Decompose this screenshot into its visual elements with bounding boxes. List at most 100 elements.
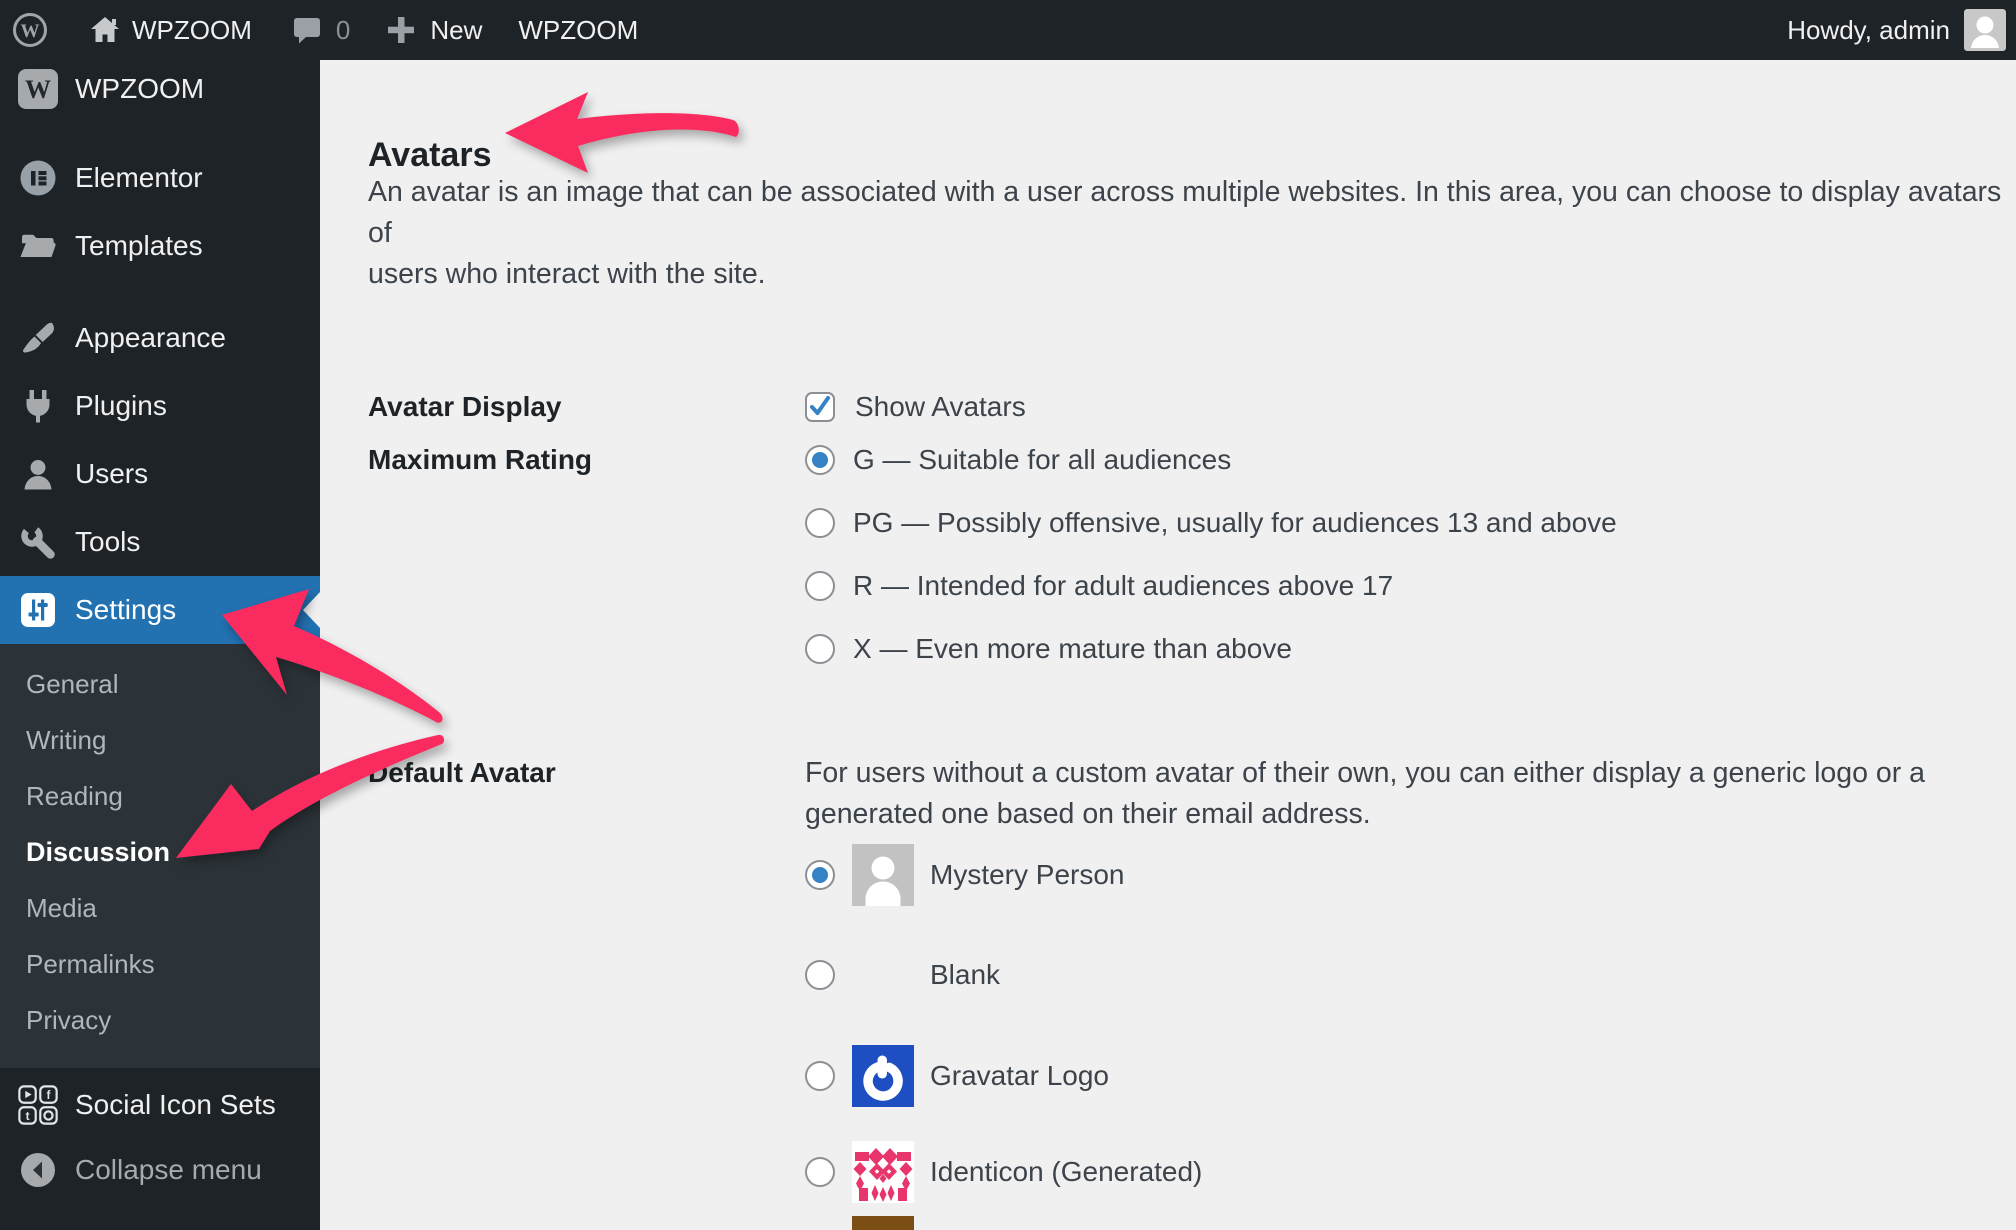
sidebar-item-label: Collapse menu [75,1154,262,1185]
sidebar-item-label: Elementor [75,162,203,193]
sidebar-item-tools[interactable]: Tools [0,508,320,576]
rating-x-radio[interactable] [805,634,835,664]
sidebar-item-label: Tools [75,526,141,557]
svg-text:W: W [21,21,40,42]
avatar-display-label: Avatar Display [368,391,562,422]
sidebar-item-general[interactable]: General [0,656,320,712]
wordpress-logo-menu[interactable]: W [12,0,48,60]
avatars-intro-text: An avatar is an image that can be associ… [368,176,2002,290]
rating-r-label[interactable]: R — Intended for adult audiences above 1… [853,570,1393,602]
sidebar-item-plugins[interactable]: Plugins [0,372,320,440]
paintbrush-icon [18,318,58,358]
sidebar-item-templates[interactable]: Templates [0,212,320,280]
sidebar-item-permalinks[interactable]: Permalinks [0,936,320,992]
new-label: New [430,14,483,45]
maximum-rating-label: Maximum Rating [368,444,593,475]
mystery-person-label[interactable]: Mystery Person [930,859,1125,891]
default-avatar-description: For users without a custom avatar of the… [805,757,1925,830]
site-home-label: WPZOOM [132,14,252,45]
admin-bar: W WPZOOM 0 New WPZOOM Howdy, admin [0,0,2016,60]
current-menu-notch [303,592,320,628]
sidebar-item-wpzoom-brand[interactable]: W WPZOOM [0,60,320,118]
wordpress-admin-screen: W WPZOOM 0 New WPZOOM Howdy, admin W WPZ… [0,0,2016,1230]
sidebar-item-elementor[interactable]: Elementor [0,144,320,212]
comments-menu[interactable]: 0 [292,0,350,60]
mystery-person-avatar-image [852,844,914,906]
avatar-option-mystery-person: Mystery Person [805,844,1125,906]
sidebar-item-media[interactable]: Media [0,880,320,936]
avatar-option-gravatar-logo: Gravatar Logo [805,1045,1109,1107]
sidebar-item-label: Users [75,458,149,489]
gravatar-logo-radio[interactable] [805,1061,835,1091]
svg-text:t: t [26,1109,30,1123]
gravatar-logo-image [852,1045,914,1107]
rating-g-label[interactable]: G — Suitable for all audiences [853,444,1231,476]
user-avatar [1964,9,2006,51]
rating-x-label[interactable]: X — Even more mature than above [853,633,1292,665]
identicon-label[interactable]: Identicon (Generated) [930,1156,1202,1188]
view-site-link[interactable]: WPZOOM [518,0,638,60]
svg-text:W: W [25,75,51,104]
checkmark-icon [810,396,830,415]
sidebar-item-label: Appearance [75,322,227,353]
elementor-icon [18,158,58,198]
sidebar-item-privacy[interactable]: Privacy [0,992,320,1048]
show-avatars-option: Show Avatars [805,391,1026,423]
admin-sidebar: W WPZOOM Elementor Templates Appearance … [0,60,320,1230]
wpzoom-brand-icon: W [18,69,58,109]
plus-icon [388,17,415,43]
rating-option-x: X — Even more mature than above [805,633,1292,665]
discussion-settings-content: Avatars An avatar is an image that can b… [320,60,2016,1230]
identicon-image [852,1141,914,1203]
avatar-option-identicon: Identicon (Generated) [805,1141,1202,1203]
show-avatars-checkbox[interactable] [805,392,835,422]
next-avatar-partial-image [852,1216,914,1230]
avatar-option-blank: Blank [805,944,1000,1006]
sidebar-item-label: Templates [75,230,203,261]
sidebar-item-social-icon-sets[interactable]: f t Social Icon Sets [0,1071,320,1139]
gravatar-logo-label[interactable]: Gravatar Logo [930,1060,1109,1092]
comment-bubble-icon [293,18,320,44]
sidebar-item-label: Settings [75,594,177,625]
sidebar-item-appearance[interactable]: Appearance [0,304,320,372]
rating-g-radio[interactable] [805,445,835,475]
sidebar-item-writing[interactable]: Writing [0,712,320,768]
collapse-arrow-icon [18,1150,58,1190]
sidebar-item-label: WPZOOM [75,73,205,104]
show-avatars-label[interactable]: Show Avatars [855,391,1026,423]
new-content-menu[interactable]: New [386,0,482,60]
site-home-link[interactable]: WPZOOM [90,0,252,60]
account-menu[interactable]: Howdy, admin [1787,0,2006,60]
sidebar-item-settings[interactable]: Settings [0,576,320,644]
blank-radio[interactable] [805,960,835,990]
wrench-icon [18,522,58,562]
identicon-radio[interactable] [805,1157,835,1187]
sidebar-item-reading[interactable]: Reading [0,768,320,824]
rating-r-radio[interactable] [805,571,835,601]
sidebar-item-label: Social Icon Sets [75,1089,276,1120]
sidebar-item-label: Plugins [75,390,167,421]
view-site-label: WPZOOM [518,14,639,45]
sidebar-item-discussion[interactable]: Discussion [0,824,320,880]
rating-option-pg: PG — Possibly offensive, usually for aud… [805,507,1617,539]
howdy-label: Howdy, admin [1787,14,1950,45]
social-icon-sets-icon: f t [18,1085,58,1125]
home-icon [91,17,119,42]
rating-pg-radio[interactable] [805,508,835,538]
collapse-menu-button[interactable]: Collapse menu [0,1136,320,1204]
settings-sliders-icon [18,590,58,630]
avatars-section-title: Avatars [368,135,492,174]
rating-pg-label[interactable]: PG — Possibly offensive, usually for aud… [853,507,1617,539]
blank-label[interactable]: Blank [930,959,1000,991]
sidebar-item-users[interactable]: Users [0,440,320,508]
wordpress-logo-icon: W [13,13,47,47]
user-icon [18,454,58,494]
comments-count: 0 [335,14,351,45]
folder-icon [18,226,58,266]
svg-text:f: f [46,1088,50,1102]
default-avatar-label: Default Avatar [368,757,556,788]
rating-option-r: R — Intended for adult audiences above 1… [805,570,1393,602]
mystery-person-radio[interactable] [805,860,835,890]
plug-icon [18,386,58,426]
settings-submenu: General Writing Reading Discussion Media… [0,644,320,1068]
